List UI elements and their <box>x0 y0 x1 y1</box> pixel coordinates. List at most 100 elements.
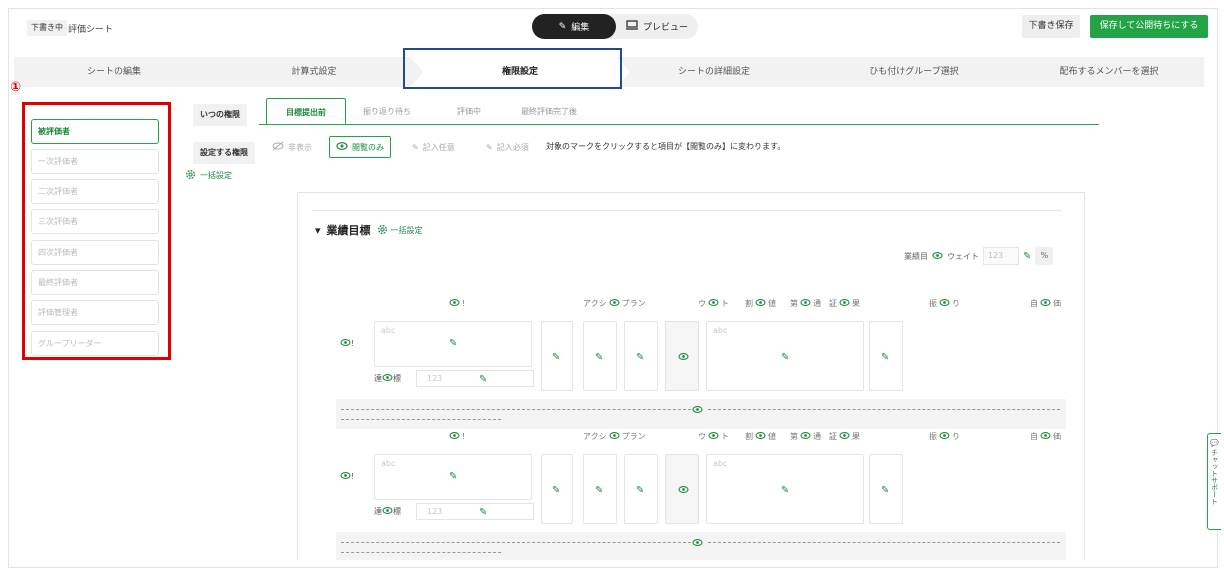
column-header-text: 自 <box>1030 432 1038 441</box>
field-cell[interactable]: abc ✎ <box>706 454 864 524</box>
comment-band[interactable] <box>336 399 1066 429</box>
role-second-evaluator[interactable]: 二次評価者 <box>31 179 159 204</box>
target-number-input[interactable]: 123 ✎ <box>416 370 534 387</box>
pencil-icon[interactable]: ✎ <box>595 352 603 363</box>
field-cell[interactable]: ✎ <box>624 454 658 524</box>
field-cell[interactable]: abc ✎ <box>374 454 532 500</box>
eye-icon[interactable] <box>449 298 460 309</box>
pencil-icon[interactable]: ✎ <box>552 485 560 496</box>
eye-icon[interactable] <box>755 431 766 442</box>
eye-icon[interactable] <box>755 298 766 309</box>
column-header-5: 第通 <box>790 298 821 309</box>
column-header-text: ! <box>462 432 466 441</box>
eye-icon[interactable] <box>839 298 850 309</box>
field-cell[interactable]: ✎ <box>583 454 617 524</box>
pencil-icon[interactable]: ✎ <box>595 485 603 496</box>
target-number-input[interactable]: 123 ✎ <box>416 503 534 520</box>
bulk-setting-link[interactable]: 一括設定 <box>185 169 232 182</box>
eye-icon[interactable] <box>678 352 689 364</box>
eye-icon[interactable] <box>340 338 351 349</box>
timing-label: いつの権限 <box>193 104 247 126</box>
pencil-required-icon: ✎ <box>486 142 493 152</box>
role-fourth-evaluator[interactable]: 四次評価者 <box>31 240 159 265</box>
column-header-5: 第通 <box>790 431 821 442</box>
pencil-icon[interactable]: ✎ <box>781 352 789 363</box>
publish-button[interactable]: 保存して公開待ちにする <box>1090 15 1208 38</box>
tab-awaiting-review[interactable]: 振り返り待ち <box>350 98 424 125</box>
field-cell[interactable]: ✎ <box>541 321 573 391</box>
sub-label-text: 標 <box>393 507 401 516</box>
eye-icon[interactable] <box>678 485 689 497</box>
eye-icon[interactable] <box>692 405 703 417</box>
tab-before-goal-submission[interactable]: 目標提出前 <box>266 98 346 125</box>
weight-input[interactable]: 123 <box>983 247 1019 265</box>
eye-icon[interactable] <box>939 298 950 309</box>
field-cell[interactable]: ✎ <box>624 321 658 391</box>
weight-label-b: ウェイト <box>947 251 979 261</box>
field-cell[interactable]: ✎ <box>541 454 573 524</box>
field-cell[interactable] <box>665 321 699 391</box>
step-sheet-edit[interactable]: シートの編集 <box>14 57 214 87</box>
permission-view-only[interactable]: 閲覧のみ <box>329 136 391 158</box>
chat-support-tab[interactable]: 💬 チャットサポート <box>1207 433 1221 530</box>
eye-icon[interactable] <box>839 431 850 442</box>
permission-required-input[interactable]: ✎ 記入必須 <box>486 136 529 158</box>
eye-icon[interactable] <box>449 431 460 442</box>
eye-icon[interactable] <box>932 251 943 262</box>
eye-icon[interactable] <box>609 431 620 442</box>
draft-save-button[interactable]: 下書き保存 <box>1022 15 1080 38</box>
field-cell[interactable] <box>665 454 699 524</box>
pencil-icon[interactable]: ✎ <box>881 352 889 363</box>
step-sheet-details[interactable]: シートの詳細設定 <box>614 57 814 87</box>
eye-icon[interactable] <box>692 538 703 550</box>
field-cell[interactable]: ✎ <box>869 321 903 391</box>
eye-icon[interactable] <box>708 431 719 442</box>
eye-icon[interactable] <box>382 373 393 384</box>
role-third-evaluator[interactable]: 三次評価者 <box>31 209 159 234</box>
permission-optional-input[interactable]: ✎ 記入任意 <box>412 136 455 158</box>
permission-hidden[interactable]: 非表示 <box>272 136 312 158</box>
pencil-icon[interactable]: ✎ <box>552 352 560 363</box>
eye-icon[interactable] <box>609 298 620 309</box>
pencil-icon[interactable]: ✎ <box>449 338 457 349</box>
field-cell[interactable]: ✎ <box>869 454 903 524</box>
pencil-icon[interactable]: ✎ <box>636 352 644 363</box>
step-formula[interactable]: 計算式設定 <box>214 57 414 87</box>
eye-icon[interactable] <box>800 431 811 442</box>
eye-icon[interactable] <box>800 298 811 309</box>
eye-icon[interactable] <box>340 471 351 482</box>
eye-icon[interactable] <box>939 431 950 442</box>
column-header-text: 振 <box>929 432 937 441</box>
pencil-icon[interactable]: ✎ <box>449 471 457 482</box>
role-group-leader[interactable]: グループリーダー <box>31 331 159 356</box>
pencil-icon[interactable]: ✎ <box>479 505 487 520</box>
field-cell[interactable]: ✎ <box>583 321 617 391</box>
step-group-link[interactable]: ひも付けグループ選択 <box>814 57 1014 87</box>
eye-icon[interactable] <box>382 506 393 517</box>
role-evaluation-admin[interactable]: 評価管理者 <box>31 300 159 325</box>
eye-icon[interactable] <box>708 298 719 309</box>
field-placeholder: abc <box>713 326 728 335</box>
field-cell[interactable]: abc ✎ <box>706 321 864 391</box>
edit-mode-button[interactable]: ✎ 編集 <box>532 14 616 39</box>
tab-after-final-evaluation[interactable]: 最終評価完了後 <box>510 98 588 125</box>
section-bulk-setting[interactable]: 一括設定 <box>377 224 423 237</box>
pencil-icon[interactable]: ✎ <box>479 372 487 387</box>
sub-field-label: 達標 <box>374 506 401 517</box>
role-first-evaluator[interactable]: 一次評価者 <box>31 149 159 174</box>
tab-evaluating[interactable]: 評価中 <box>432 98 506 125</box>
pencil-icon[interactable]: ✎ <box>636 485 644 496</box>
pencil-icon[interactable]: ✎ <box>881 485 889 496</box>
eye-icon[interactable] <box>1040 298 1051 309</box>
role-evaluatee[interactable]: 被評価者 <box>31 119 159 144</box>
comment-band[interactable] <box>336 532 1066 560</box>
pencil-icon[interactable]: ✎ <box>1023 251 1031 262</box>
bulk-setting-label: 一括設定 <box>200 171 232 180</box>
step-members[interactable]: 配布するメンバーを選択 <box>1014 57 1204 87</box>
field-cell[interactable]: abc ✎ <box>374 321 532 367</box>
eye-icon[interactable] <box>1040 431 1051 442</box>
pencil-icon[interactable]: ✎ <box>781 485 789 496</box>
role-final-evaluator[interactable]: 最終評価者 <box>31 270 159 295</box>
field-placeholder: abc <box>381 326 396 335</box>
preview-mode-button[interactable]: プレビュー <box>616 14 698 39</box>
